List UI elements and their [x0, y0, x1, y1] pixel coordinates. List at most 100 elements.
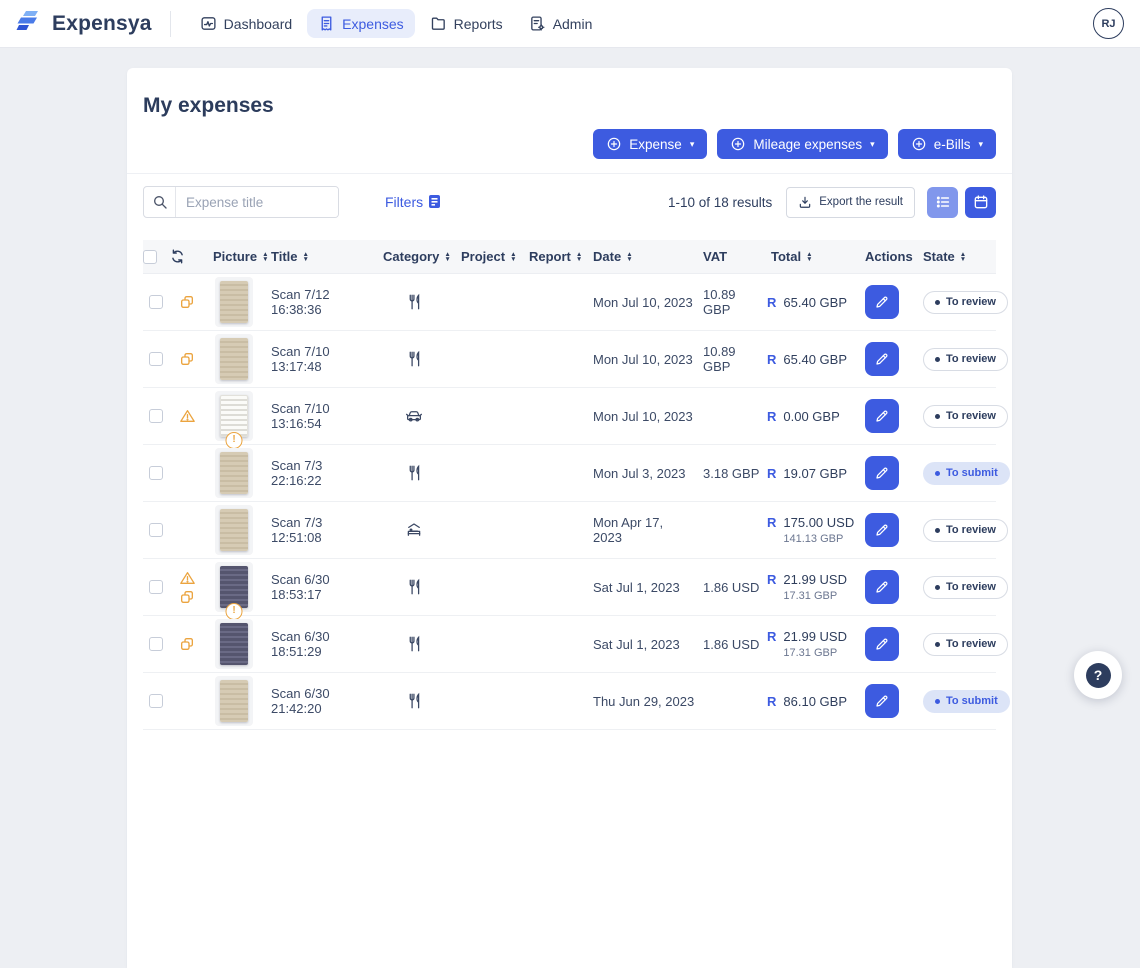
state-badge[interactable]: To review [923, 519, 1008, 542]
row-checkbox[interactable] [149, 637, 163, 651]
receipt-thumbnail[interactable]: ! [215, 448, 253, 498]
search-icon[interactable] [144, 187, 176, 217]
nav-item-reports[interactable]: Reports [419, 9, 514, 38]
brand[interactable]: Expensya [14, 8, 152, 39]
add-mileage-expenses-button[interactable]: Mileage expenses▾ [717, 129, 887, 159]
sort-icon[interactable]: ▲▼ [626, 252, 632, 262]
list-view-icon [935, 194, 951, 210]
column-header-picture[interactable]: Picture▲▼ [205, 249, 263, 264]
column-header-vat: VAT [695, 249, 763, 264]
receipt-thumbnail[interactable]: ! [215, 562, 253, 612]
receipt-image [220, 281, 248, 323]
sort-icon[interactable]: ▲▼ [444, 252, 450, 262]
receipt-image [220, 566, 248, 608]
duplicate-icon [179, 294, 195, 310]
sort-icon[interactable]: ▲▼ [960, 252, 966, 262]
column-header-project[interactable]: Project▲▼ [453, 249, 521, 264]
add-expense-button[interactable]: Expense▾ [593, 129, 707, 159]
column-header-actions: Actions [857, 249, 915, 264]
warning-icon [179, 570, 196, 586]
expense-title[interactable]: Scan 7/10 13:16:54 [263, 401, 375, 431]
receipt-thumbnail[interactable]: ! [215, 334, 253, 384]
row-checkbox[interactable] [149, 352, 163, 366]
sort-icon[interactable]: ▲▼ [510, 252, 516, 262]
state-badge[interactable]: To review [923, 405, 1008, 428]
table-body: ! Scan 7/12 16:38:36 Mon Jul 10, 2023 10… [143, 274, 996, 730]
row-checkbox[interactable] [149, 694, 163, 708]
column-header-total[interactable]: Total▲▼ [763, 249, 857, 264]
row-checkbox[interactable] [149, 295, 163, 309]
column-header-state[interactable]: State▲▼ [915, 249, 996, 264]
row-checkbox[interactable] [149, 409, 163, 423]
duplicate-icon [179, 636, 195, 652]
edit-expense-button[interactable] [865, 513, 899, 547]
receipt-thumbnail[interactable]: ! [215, 391, 253, 441]
state-badge[interactable]: To submit [923, 690, 1010, 713]
edit-expense-button[interactable] [865, 570, 899, 604]
edit-expense-button[interactable] [865, 627, 899, 661]
column-header-date[interactable]: Date▲▼ [585, 249, 695, 264]
expense-title[interactable]: Scan 6/30 21:42:20 [263, 686, 375, 716]
expense-total: R 21.99 USD 17.31 GBP [763, 572, 857, 602]
sort-icon[interactable]: ▲▼ [303, 252, 309, 262]
expense-title[interactable]: Scan 7/3 12:51:08 [263, 515, 375, 545]
column-header-report[interactable]: Report▲▼ [521, 249, 585, 264]
table-row: ! Scan 6/30 18:53:17 Sat Jul 1, 2023 1.8… [143, 559, 996, 616]
nav-item-expenses[interactable]: Expenses [307, 9, 414, 38]
add-e-bills-button[interactable]: e-Bills▾ [898, 129, 996, 159]
calendar-view-button[interactable] [965, 187, 996, 218]
nav-item-admin[interactable]: Admin [518, 9, 604, 38]
receipt-thumbnail[interactable]: ! [215, 676, 253, 726]
state-badge[interactable]: To review [923, 576, 1008, 599]
select-all-checkbox[interactable] [143, 250, 157, 264]
total-amount: 0.00 GBP [783, 409, 839, 424]
sort-icon[interactable]: ▲▼ [576, 252, 582, 262]
state-badge[interactable]: To submit [923, 462, 1010, 485]
export-button[interactable]: Export the result [786, 187, 915, 218]
table-row: ! Scan 7/3 12:51:08 Mon Apr 17, 2023 R 1… [143, 502, 996, 559]
row-checkbox[interactable] [149, 466, 163, 480]
column-header-category[interactable]: Category▲▼ [375, 249, 453, 264]
state-label: To review [946, 581, 996, 593]
expense-title[interactable]: Scan 6/30 18:51:29 [263, 629, 375, 659]
category-cell [375, 692, 453, 710]
total-amount: 21.99 USD [783, 629, 847, 644]
state-badge[interactable]: To review [923, 633, 1008, 656]
expense-title[interactable]: Scan 7/12 16:38:36 [263, 287, 375, 317]
expenses-icon [318, 15, 335, 32]
state-badge[interactable]: To review [923, 348, 1008, 371]
sort-icon[interactable]: ▲▼ [806, 252, 812, 262]
receipt-thumbnail[interactable]: ! [215, 277, 253, 327]
filters-link[interactable]: Filters [385, 194, 441, 210]
receipt-thumbnail[interactable]: ! [215, 505, 253, 555]
edit-expense-button[interactable] [865, 399, 899, 433]
expense-title[interactable]: Scan 6/30 18:53:17 [263, 572, 375, 602]
refresh-icon[interactable] [169, 248, 186, 265]
expense-title[interactable]: Scan 7/10 13:17:48 [263, 344, 375, 374]
total-amount: 86.10 GBP [783, 694, 847, 709]
brand-name: Expensya [52, 12, 152, 36]
restaurant-icon [406, 578, 423, 596]
plus-circle-icon [911, 136, 927, 152]
expensya-logo-icon [14, 8, 44, 39]
edit-expense-button[interactable] [865, 456, 899, 490]
state-badge[interactable]: To review [923, 291, 1008, 314]
state-dot-icon [935, 471, 940, 476]
row-checkbox[interactable] [149, 523, 163, 537]
dashboard-icon [200, 15, 217, 32]
expense-date: Mon Jul 10, 2023 [585, 295, 695, 310]
help-button[interactable]: ? [1074, 651, 1122, 699]
taxi-icon [404, 407, 424, 425]
column-header-title[interactable]: Title▲▼ [263, 249, 375, 264]
list-view-button[interactable] [927, 187, 958, 218]
edit-expense-button[interactable] [865, 342, 899, 376]
avatar[interactable]: RJ [1093, 8, 1124, 39]
total-converted-amount: 141.13 GBP [783, 533, 854, 545]
state-dot-icon [935, 357, 940, 362]
nav-item-dashboard[interactable]: Dashboard [189, 9, 304, 38]
row-checkbox[interactable] [149, 580, 163, 594]
expense-title[interactable]: Scan 7/3 22:16:22 [263, 458, 375, 488]
receipt-thumbnail[interactable]: ! [215, 619, 253, 669]
edit-expense-button[interactable] [865, 285, 899, 319]
search-input[interactable] [176, 187, 338, 217]
